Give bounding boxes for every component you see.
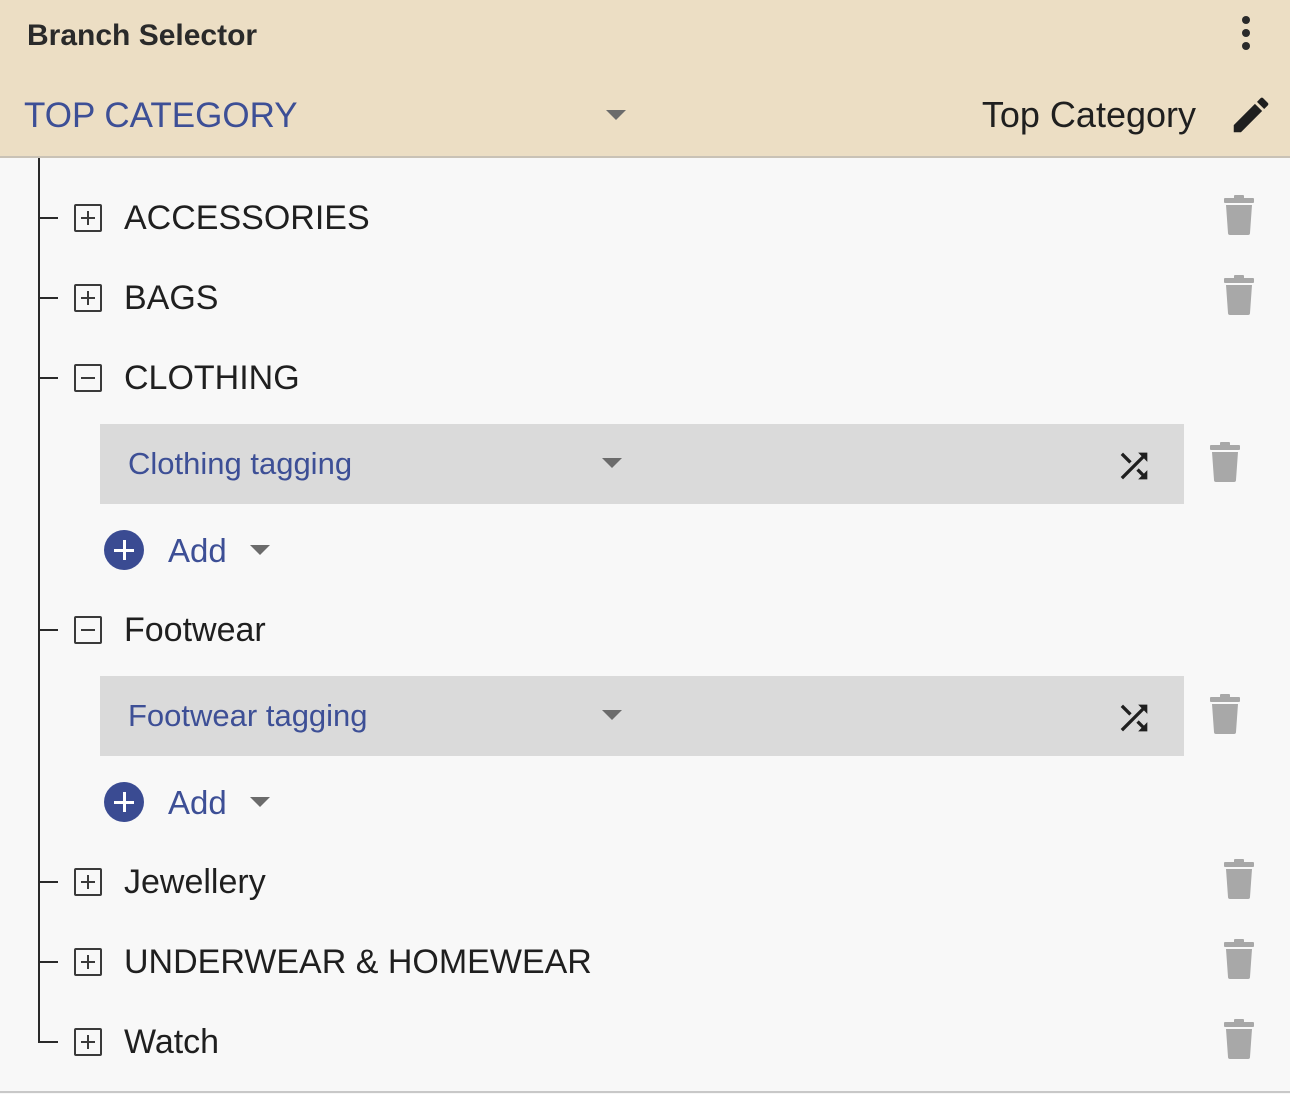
chevron-down-icon	[602, 710, 622, 720]
delete-trash-icon[interactable]	[1224, 195, 1254, 235]
bottom-divider	[0, 1091, 1290, 1093]
tree-node-label[interactable]: Watch	[124, 1023, 219, 1062]
add-circle-icon	[104, 782, 144, 822]
tree-node: ACCESSORIES	[0, 183, 1290, 253]
tree-branch-line	[38, 629, 58, 631]
chevron-down-icon	[602, 458, 622, 468]
expand-icon[interactable]	[74, 868, 102, 896]
app-title: Branch Selector	[27, 19, 258, 52]
tree-branch-line	[38, 881, 58, 883]
tree-node: UNDERWEAR & HOMEWEAR	[0, 927, 1290, 997]
tree-branch-line	[38, 297, 58, 299]
tree-node-label[interactable]: CLOTHING	[124, 359, 300, 398]
expand-icon[interactable]	[74, 948, 102, 976]
add-label: Add	[168, 532, 227, 569]
tagging-select[interactable]: Clothing tagging	[100, 424, 1184, 504]
collapse-icon[interactable]	[74, 616, 102, 644]
tree-node: Jewellery	[0, 847, 1290, 917]
tree-node: BAGS	[0, 263, 1290, 333]
top-category-select[interactable]: TOP CATEGORY	[0, 86, 640, 146]
expand-icon[interactable]	[74, 204, 102, 232]
delete-trash-icon[interactable]	[1224, 1019, 1254, 1059]
delete-trash-icon[interactable]	[1224, 275, 1254, 315]
chevron-down-icon	[250, 545, 270, 555]
delete-trash-icon[interactable]	[1210, 442, 1240, 482]
shuffle-icon[interactable]	[1112, 446, 1156, 486]
chevron-down-icon	[250, 797, 270, 807]
tagging-select-label: Footwear tagging	[128, 698, 368, 733]
tagging-select[interactable]: Footwear tagging	[100, 676, 1184, 756]
delete-trash-icon[interactable]	[1224, 859, 1254, 899]
chevron-down-icon	[606, 110, 626, 120]
add-button[interactable]: Add	[100, 776, 290, 832]
add-label: Add	[168, 784, 227, 821]
tree-node: Watch	[0, 1007, 1290, 1077]
tree-node-label[interactable]: ACCESSORIES	[124, 199, 370, 238]
delete-trash-icon[interactable]	[1210, 694, 1240, 734]
tree-branch-line	[38, 1041, 58, 1043]
top-category-select-label: TOP CATEGORY	[24, 96, 298, 135]
category-name: Top Category	[981, 94, 1196, 135]
more-options-icon[interactable]	[1236, 14, 1256, 54]
add-button[interactable]: Add	[100, 524, 290, 580]
tree-node-label[interactable]: BAGS	[124, 279, 218, 318]
collapse-icon[interactable]	[74, 364, 102, 392]
tree-branch-line	[38, 961, 58, 963]
tree-node-label[interactable]: Footwear	[124, 611, 266, 650]
edit-pencil-icon[interactable]	[1228, 92, 1274, 138]
tree-branch-line	[38, 377, 58, 379]
tagging-select-label: Clothing tagging	[128, 446, 353, 481]
shuffle-icon[interactable]	[1112, 698, 1156, 738]
tree-node: CLOTHING	[0, 343, 1290, 413]
tree-node-label[interactable]: UNDERWEAR & HOMEWEAR	[124, 943, 592, 982]
expand-icon[interactable]	[74, 1028, 102, 1056]
tree-branch-line	[38, 217, 58, 219]
header-bar: Branch Selector TOP CATEGORY Top Categor…	[0, 0, 1290, 158]
tree-node: Footwear	[0, 595, 1290, 665]
delete-trash-icon[interactable]	[1224, 939, 1254, 979]
tree-node-label[interactable]: Jewellery	[124, 863, 266, 902]
expand-icon[interactable]	[74, 284, 102, 312]
add-circle-icon	[104, 530, 144, 570]
